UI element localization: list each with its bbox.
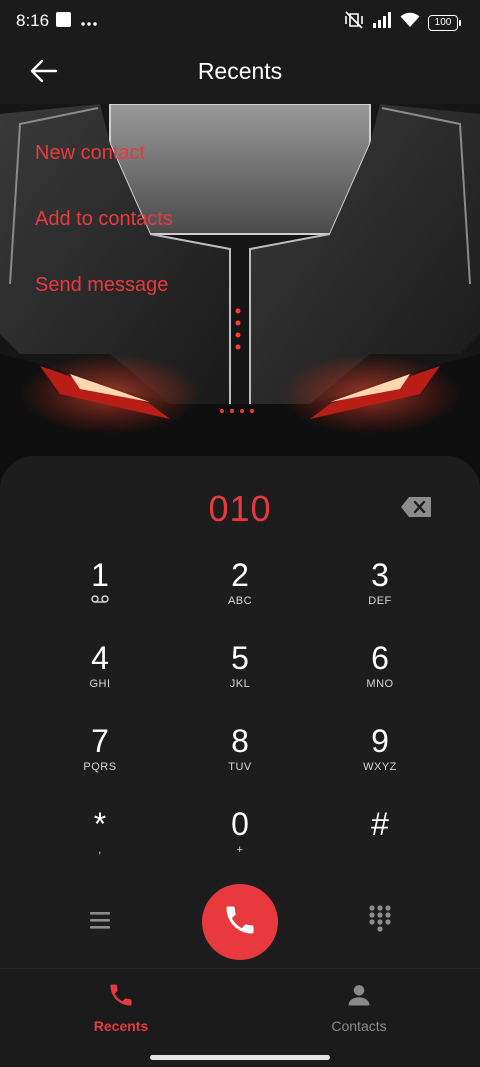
vibrate-off-icon: [344, 11, 364, 34]
key-digit: 4: [91, 640, 109, 676]
key-digit: 0: [231, 806, 249, 842]
key-digit: #: [371, 806, 389, 842]
key-1[interactable]: 1: [50, 556, 150, 626]
key-digit: 8: [231, 723, 249, 759]
status-system-icons: 100: [344, 11, 461, 34]
signal-icon: [372, 12, 392, 33]
key-letters: WXYZ: [363, 761, 397, 773]
key-letters: MNO: [366, 678, 394, 690]
dialpad-toggle-button[interactable]: [368, 904, 392, 932]
key-9[interactable]: 9 WXYZ: [330, 722, 430, 792]
key-letters: +: [236, 844, 244, 856]
status-time: 8:16: [16, 11, 50, 30]
send-message-link[interactable]: Send message: [35, 274, 168, 297]
add-to-contacts-link[interactable]: Add to contacts: [35, 208, 173, 231]
header: Recents: [0, 42, 480, 104]
key-7[interactable]: 7 PQRS: [50, 722, 150, 792]
home-indicator[interactable]: [150, 1055, 330, 1060]
tab-label: Recents: [93, 1018, 149, 1034]
key-4[interactable]: 4 GHI: [50, 639, 150, 709]
key-digit: 9: [371, 723, 389, 759]
key-3[interactable]: 3 DEF: [330, 556, 430, 626]
person-icon: [345, 985, 373, 1013]
status-bar: 8:16 100: [0, 0, 480, 42]
page-title: Recents: [197, 58, 283, 84]
key-0[interactable]: 0 +: [190, 805, 290, 875]
key-star[interactable]: * ,: [50, 805, 150, 875]
key-letters: JKL: [229, 678, 251, 690]
bottom-navigation: Recents Contacts: [0, 968, 480, 1067]
key-letters: PQRS: [83, 761, 117, 773]
tab-label: Contacts: [331, 1018, 387, 1034]
tab-contacts[interactable]: Contacts: [299, 981, 419, 1034]
key-letters: TUV: [228, 761, 252, 773]
menu-icon: [88, 912, 112, 936]
voicemail-icon: [50, 594, 150, 608]
key-digit: 7: [91, 723, 109, 759]
phone-icon: [107, 984, 135, 1013]
key-letters: GHI: [89, 678, 111, 690]
key-digit: 1: [91, 557, 109, 593]
key-hash[interactable]: #: [330, 805, 430, 875]
key-digit: *: [93, 806, 107, 842]
key-digit: 2: [231, 557, 249, 593]
key-2[interactable]: 2 ABC: [190, 556, 290, 626]
call-button[interactable]: [202, 884, 278, 960]
key-letters: ,: [98, 844, 102, 856]
image-notification-icon: [56, 12, 71, 32]
key-6[interactable]: 6 MNO: [330, 639, 430, 709]
wifi-icon: [400, 12, 420, 33]
more-dots-icon: [81, 13, 97, 31]
dialpad-icon: [368, 905, 392, 936]
key-letters: DEF: [368, 595, 392, 607]
key-5[interactable]: 5 JKL: [190, 639, 290, 709]
key-letters: ABC: [227, 595, 253, 607]
key-8[interactable]: 8 TUV: [190, 722, 290, 792]
status-notifications: [56, 12, 97, 32]
dialer-actions: [0, 884, 480, 964]
backspace-button[interactable]: [400, 496, 432, 518]
battery-icon: 100: [428, 14, 461, 31]
phone-icon: [222, 902, 258, 943]
key-digit: 6: [371, 640, 389, 676]
key-digit: 3: [371, 557, 389, 593]
menu-button[interactable]: [88, 908, 112, 932]
tab-recents[interactable]: Recents: [61, 981, 181, 1034]
key-digit: 5: [231, 640, 249, 676]
backspace-icon: [400, 497, 432, 522]
new-contact-link[interactable]: New contact: [35, 142, 145, 165]
dialer-panel: 010 1 2 ABC 3 DEF 4 GHI 5 JKL 6 MNO 7 PQ…: [0, 456, 480, 971]
